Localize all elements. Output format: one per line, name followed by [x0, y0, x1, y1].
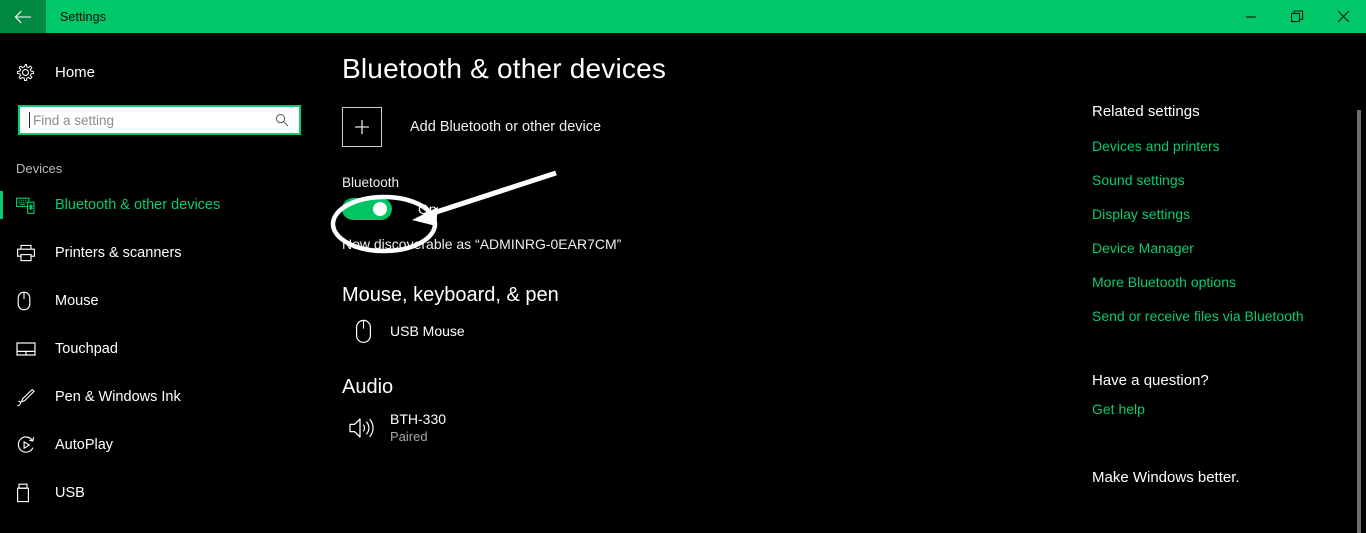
add-device-label: Add Bluetooth or other device [410, 119, 602, 135]
window-title: Settings [60, 9, 106, 24]
sidebar-item-label: Mouse [55, 293, 99, 309]
selection-accent-bar [0, 191, 3, 219]
sidebar-item-home[interactable]: Home [0, 55, 322, 89]
sidebar-home-label: Home [55, 63, 96, 81]
sidebar-nav-list: Bluetooth & other devices Printers & sca… [0, 188, 322, 510]
device-name: USB Mouse [390, 322, 465, 339]
related-link-display-settings[interactable]: Display settings [1092, 206, 1190, 222]
get-help-link[interactable]: Get help [1092, 401, 1145, 417]
bluetooth-toggle[interactable] [342, 198, 392, 220]
sidebar-item-label: AutoPlay [55, 437, 114, 453]
search-box[interactable]: Find a setting [18, 105, 301, 135]
sidebar-item-label: Printers & scanners [55, 245, 182, 261]
minimize-button[interactable] [1228, 0, 1274, 33]
bluetooth-devices-icon [16, 196, 42, 214]
mouse-icon [342, 319, 384, 344]
related-link-more-bluetooth-options[interactable]: More Bluetooth options [1092, 274, 1236, 290]
bluetooth-toggle-state: On [418, 201, 437, 217]
sidebar-item-label: Pen & Windows Ink [55, 389, 181, 405]
scrollbar-thumb[interactable] [1357, 110, 1361, 533]
device-row-usb-mouse[interactable]: USB Mouse [342, 319, 662, 344]
device-name: BTH-330 [390, 411, 447, 427]
sidebar-item-label: USB [55, 485, 85, 501]
sidebar-item-label: Bluetooth & other devices [55, 197, 221, 213]
search-placeholder: Find a setting [33, 112, 115, 128]
touchpad-icon [16, 341, 42, 357]
gear-icon [16, 63, 42, 82]
make-windows-better-heading: Make Windows better. [1092, 469, 1240, 486]
autoplay-icon [16, 435, 42, 455]
sidebar-item-printers-scanners[interactable]: Printers & scanners [0, 236, 322, 270]
restore-icon [1290, 10, 1303, 23]
back-button[interactable] [0, 0, 46, 33]
bluetooth-toggle-row: On [342, 198, 472, 220]
sidebar-section-label: Devices [16, 161, 63, 176]
sidebar-item-touchpad[interactable]: Touchpad [0, 332, 322, 366]
restore-button[interactable] [1274, 0, 1320, 33]
related-link-send-receive-files[interactable]: Send or receive files via Bluetooth [1092, 308, 1304, 324]
back-arrow-icon [14, 10, 31, 23]
device-text: BTH-330 Paired [384, 411, 446, 444]
plus-icon [342, 107, 382, 147]
page-title: Bluetooth & other devices [342, 53, 667, 84]
group-heading-audio: Audio [342, 376, 394, 398]
related-settings-pane: Related settings Devices and printers So… [1092, 33, 1350, 533]
sidebar-item-autoplay[interactable]: AutoPlay [0, 428, 322, 462]
window-controls [1228, 0, 1366, 33]
have-a-question-heading: Have a question? [1092, 372, 1209, 389]
sidebar-item-pen-windows-ink[interactable]: Pen & Windows Ink [0, 380, 322, 414]
search-icon[interactable] [275, 113, 289, 127]
sidebar-item-bluetooth-other-devices[interactable]: Bluetooth & other devices [0, 188, 322, 222]
related-link-devices-and-printers[interactable]: Devices and printers [1092, 138, 1220, 154]
related-link-sound-settings[interactable]: Sound settings [1092, 172, 1185, 188]
toggle-knob [373, 202, 387, 216]
left-navigation: Home Find a setting Devices Bluetooth & … [0, 33, 322, 533]
vertical-scrollbar[interactable] [1352, 33, 1366, 533]
close-button[interactable] [1320, 0, 1366, 33]
related-link-device-manager[interactable]: Device Manager [1092, 240, 1194, 256]
sidebar-item-mouse[interactable]: Mouse [0, 284, 322, 318]
device-status: Paired [390, 429, 428, 444]
text-caret [29, 112, 30, 128]
sidebar-item-usb[interactable]: USB [0, 476, 322, 510]
discoverable-text: Now discoverable as “ADMINRG-0EAR7CM” [342, 236, 622, 252]
speaker-icon [342, 415, 384, 441]
related-settings-heading: Related settings [1092, 103, 1200, 120]
minimize-icon [1246, 15, 1256, 18]
close-icon [1337, 10, 1349, 23]
settings-window: Settings Home Find a setting Devices Blu… [0, 0, 1366, 533]
bluetooth-section-label: Bluetooth [342, 175, 400, 190]
group-heading-mouse-keyboard-pen: Mouse, keyboard, & pen [342, 284, 559, 306]
title-bar: Settings [0, 0, 1366, 33]
device-text: USB Mouse [384, 323, 465, 341]
device-row-bth-330[interactable]: BTH-330 Paired [342, 411, 662, 444]
sidebar-item-label: Touchpad [55, 341, 118, 357]
pen-icon [16, 387, 42, 407]
printer-icon [16, 244, 42, 262]
add-bluetooth-device-button[interactable]: Add Bluetooth or other device [342, 107, 642, 147]
mouse-icon [16, 291, 42, 311]
main-content: Bluetooth & other devices Add Bluetooth … [322, 33, 1092, 533]
usb-icon [16, 483, 42, 503]
